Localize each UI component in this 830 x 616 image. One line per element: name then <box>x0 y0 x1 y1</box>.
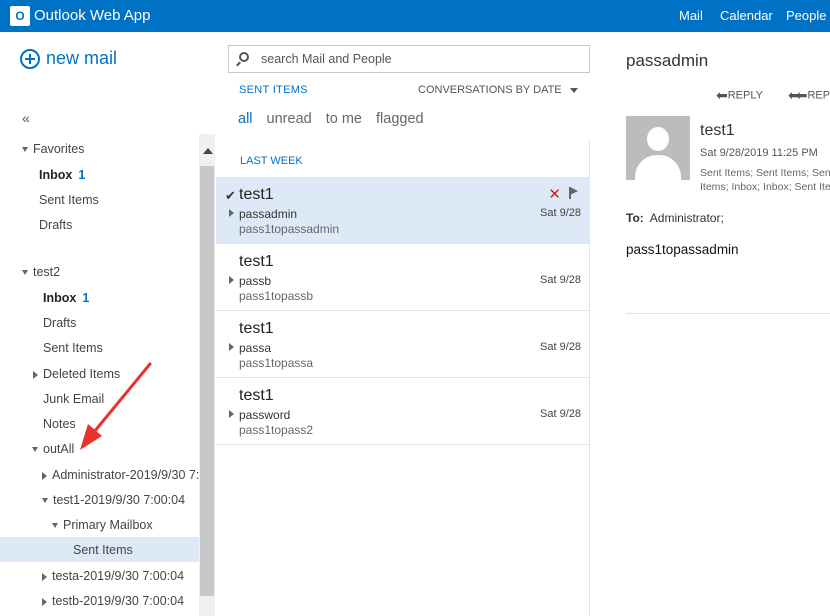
filter-all[interactable]: all <box>238 111 253 127</box>
search-icon <box>239 52 249 62</box>
current-folder-label: SENT ITEMS <box>239 84 308 96</box>
expand-conversation-icon[interactable] <box>229 209 234 217</box>
message-row[interactable]: ✔ test1 passadmin pass1topassadmin ✕ Sat… <box>216 177 589 244</box>
person-head-icon <box>647 127 669 151</box>
folder-notes[interactable]: Notes <box>43 417 76 431</box>
message-date: Sat 9/28 <box>540 207 581 219</box>
reply-all-button[interactable]: ⬅⬅REPLY ALL <box>788 87 830 104</box>
nav-calendar[interactable]: Calendar <box>720 8 773 23</box>
reply-button[interactable]: ⬅ REPLY <box>716 87 763 104</box>
flag-icon[interactable] <box>569 187 579 199</box>
filter-to-me[interactable]: to me <box>326 111 362 127</box>
expanded-triangle-icon <box>32 447 38 453</box>
reading-folders: Sent Items; Sent Items; Sent Items; Item… <box>700 167 830 193</box>
reading-subject: passadmin <box>626 51 709 70</box>
search-input[interactable] <box>261 50 581 68</box>
message-sender: password <box>239 408 291 422</box>
favorites-header[interactable]: Favorites <box>22 142 84 156</box>
expanded-triangle-icon <box>42 498 48 504</box>
folder-testa-archive[interactable]: testa-2019/9/30 7:00:04 <box>42 569 184 583</box>
message-subject: test1 <box>239 387 274 404</box>
to-label: To: <box>626 211 644 225</box>
avatar <box>626 116 690 180</box>
collapsed-triangle-icon <box>42 597 47 606</box>
outlook-logo-icon: O <box>10 6 30 26</box>
new-mail-label: new mail <box>46 48 118 68</box>
folder-test1-archive[interactable]: test1-2019/9/30 7:00:04 <box>42 493 185 507</box>
message-sender: passa <box>239 341 272 355</box>
favorites-sent-items[interactable]: Sent Items <box>39 193 99 207</box>
message-preview: pass1topass2 <box>239 423 314 437</box>
unread-count: 1 <box>78 168 86 182</box>
folder-deleted-items[interactable]: Deleted Items <box>33 367 120 381</box>
reading-sent-time: Sat 9/28/2019 11:25 PM <box>700 147 818 159</box>
folder-inbox[interactable]: Inbox 1 <box>43 291 89 305</box>
expand-conversation-icon[interactable] <box>229 276 234 284</box>
search-box[interactable] <box>228 45 590 73</box>
expand-conversation-icon[interactable] <box>229 410 234 418</box>
folder-scrollbar[interactable] <box>199 134 215 616</box>
nav-mail[interactable]: Mail <box>679 8 703 23</box>
message-date: Sat 9/28 <box>540 274 581 286</box>
message-sender: passadmin <box>239 207 298 221</box>
folder-archive-sent-items[interactable]: Sent Items <box>73 543 133 557</box>
folder-testb-archive[interactable]: testb-2019/9/30 7:00:04 <box>42 594 184 608</box>
chevron-down-icon <box>569 87 578 93</box>
message-row[interactable]: test1 passa pass1topassa Sat 9/28 <box>216 311 589 378</box>
favorites-drafts[interactable]: Drafts <box>39 218 72 232</box>
message-date: Sat 9/28 <box>540 341 581 353</box>
divider <box>626 313 830 314</box>
filter-bar: all unread to me flagged <box>238 111 434 127</box>
delete-icon[interactable]: ✕ <box>548 185 561 203</box>
reply-arrow-icon: ⬅ <box>716 87 728 103</box>
collapsed-triangle-icon <box>33 370 38 379</box>
plus-circle-icon <box>20 48 40 69</box>
folder-sent-items[interactable]: Sent Items <box>43 341 103 355</box>
expanded-triangle-icon <box>22 147 28 153</box>
sort-dropdown[interactable]: CONVERSATIONS BY DATE <box>418 84 578 96</box>
message-preview: pass1topassb <box>239 289 314 303</box>
nav-people[interactable]: People <box>786 8 826 23</box>
folder-primary-mailbox[interactable]: Primary Mailbox <box>52 518 153 532</box>
expanded-triangle-icon <box>52 523 58 529</box>
reply-all-arrow-icon: ⬅⬅ <box>788 87 808 103</box>
message-preview: pass1topassa <box>239 356 314 370</box>
filter-flagged[interactable]: flagged <box>376 111 424 127</box>
folder-outall[interactable]: outAll <box>32 442 74 456</box>
recipient[interactable]: Administrator; <box>650 211 724 225</box>
favorites-inbox[interactable]: Inbox 1 <box>39 168 85 182</box>
message-subject: test1 <box>239 320 274 337</box>
filter-unread[interactable]: unread <box>267 111 312 127</box>
unread-count: 1 <box>82 291 90 305</box>
message-subject: test1 <box>239 186 274 203</box>
collapsed-triangle-icon <box>42 572 47 581</box>
scroll-thumb[interactable] <box>200 166 214 596</box>
message-preview: pass1topassadmin <box>239 222 340 236</box>
message-row[interactable]: test1 passb pass1topassb Sat 9/28 <box>216 244 589 311</box>
collapse-pane-button[interactable]: « <box>22 110 30 126</box>
reading-recipients: To: Administrator; <box>626 211 724 225</box>
expand-conversation-icon[interactable] <box>229 343 234 351</box>
checkmark-icon[interactable]: ✔ <box>225 188 236 204</box>
folder-junk-email[interactable]: Junk Email <box>43 392 104 406</box>
collapsed-triangle-icon <box>42 471 47 480</box>
message-date: Sat 9/28 <box>540 408 581 420</box>
top-bar: O Outlook Web App Mail Calendar People <box>0 0 830 32</box>
message-sender: passb <box>239 274 272 288</box>
folder-administrator-archive[interactable]: Administrator-2019/9/30 7:00:04 <box>42 468 199 482</box>
folder-drafts[interactable]: Drafts <box>43 316 76 330</box>
message-subject: test1 <box>239 253 274 270</box>
reading-sender[interactable]: test1 <box>700 122 735 140</box>
person-body-icon <box>635 155 681 180</box>
expanded-triangle-icon <box>22 270 28 276</box>
message-row[interactable]: test1 password pass1topass2 Sat 9/28 <box>216 378 589 445</box>
outall-tree: outAll Administrator-2019/9/30 7:00:04 t… <box>0 440 199 616</box>
group-header: LAST WEEK <box>240 155 303 167</box>
new-mail-button[interactable]: new mail <box>20 48 117 69</box>
reading-body: pass1topassadmin <box>626 242 739 257</box>
account-header[interactable]: test2 <box>22 265 60 279</box>
scroll-up-arrow-icon[interactable] <box>203 148 213 154</box>
app-title: Outlook Web App <box>34 7 151 24</box>
